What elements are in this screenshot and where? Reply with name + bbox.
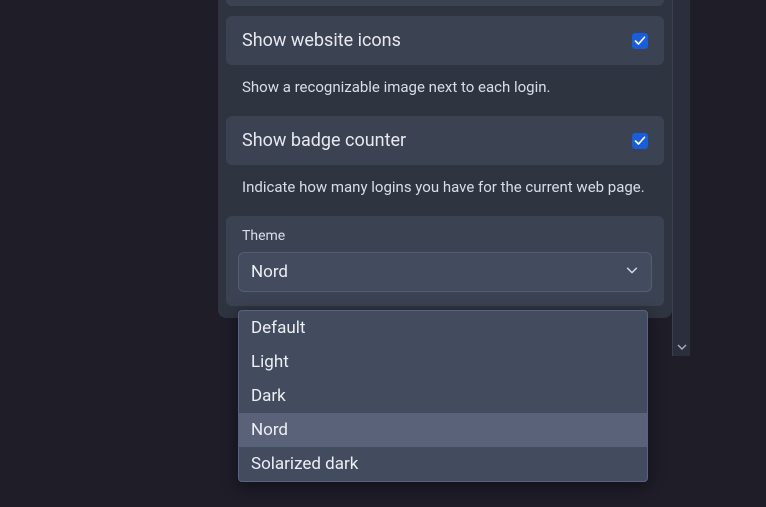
chevron-down-icon bbox=[625, 262, 639, 282]
theme-option-solarized-dark[interactable]: Solarized dark bbox=[239, 447, 647, 481]
show-badge-title: Show badge counter bbox=[242, 130, 406, 151]
show-badge-row[interactable]: Show badge counter bbox=[226, 116, 664, 165]
theme-selected-value: Nord bbox=[251, 262, 288, 282]
show-badge-checkbox[interactable] bbox=[632, 133, 648, 149]
theme-option-light[interactable]: Light bbox=[239, 345, 647, 379]
theme-option-nord[interactable]: Nord bbox=[239, 413, 647, 447]
theme-select[interactable]: Nord bbox=[238, 252, 652, 292]
scrollbar[interactable] bbox=[672, 0, 690, 356]
theme-block: Theme Nord bbox=[226, 216, 664, 306]
show-icons-checkbox[interactable] bbox=[632, 33, 648, 49]
show-badge-description: Indicate how many logins you have for th… bbox=[226, 165, 664, 206]
theme-option-dark[interactable]: Dark bbox=[239, 379, 647, 413]
theme-label: Theme bbox=[238, 228, 652, 252]
theme-dropdown: Default Light Dark Nord Solarized dark bbox=[238, 310, 648, 482]
check-icon bbox=[634, 135, 646, 147]
show-icons-title: Show website icons bbox=[242, 30, 401, 51]
scroll-down-icon[interactable] bbox=[673, 338, 691, 356]
theme-option-default[interactable]: Default bbox=[239, 311, 647, 345]
panel-top-edge bbox=[226, 0, 664, 6]
check-icon bbox=[634, 35, 646, 47]
show-icons-description: Show a recognizable image next to each l… bbox=[226, 65, 664, 106]
settings-panel: Show website icons Show a recognizable i… bbox=[218, 0, 672, 318]
show-icons-row[interactable]: Show website icons bbox=[226, 16, 664, 65]
